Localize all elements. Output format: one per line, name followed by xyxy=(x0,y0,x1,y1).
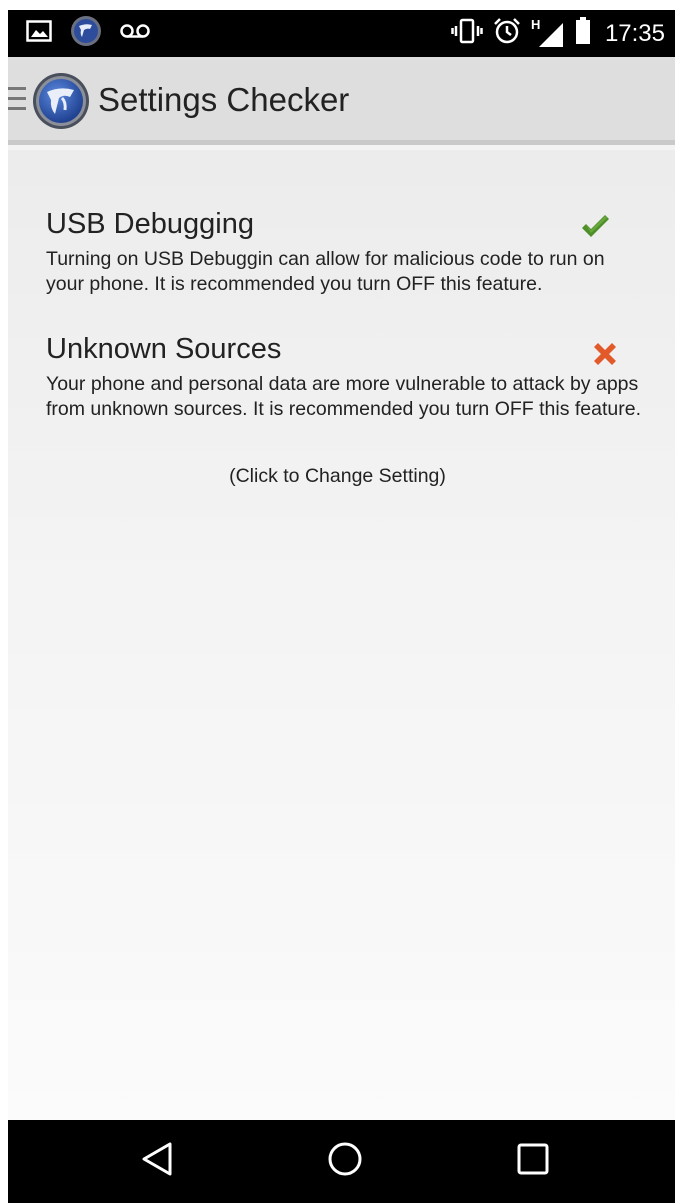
settings-list: USB Debugging Turning on USB Debuggin ca… xyxy=(8,150,675,1120)
app-logo-icon[interactable] xyxy=(32,72,90,130)
system-icons: H 17:35 xyxy=(451,10,665,57)
drawer-menu-icon[interactable] xyxy=(8,87,28,113)
home-button[interactable] xyxy=(300,1120,390,1203)
back-icon xyxy=(140,1141,174,1182)
setting-description: Turning on USB Debuggin can allow for ma… xyxy=(46,248,605,295)
action-bar: Settings Checker xyxy=(8,57,675,145)
alarm-icon xyxy=(493,17,521,50)
navigation-bar xyxy=(8,1120,675,1203)
setting-title: USB Debugging xyxy=(46,208,254,240)
setting-unknown-sources[interactable]: Unknown Sources Your phone and personal … xyxy=(46,333,646,422)
cross-icon xyxy=(592,341,618,372)
notification-icons xyxy=(26,10,150,57)
setting-title: Unknown Sources xyxy=(46,333,282,365)
page-title: Settings Checker xyxy=(98,81,350,118)
recents-button[interactable] xyxy=(488,1120,578,1203)
signal-icon: H xyxy=(530,16,565,49)
recents-icon xyxy=(516,1142,550,1181)
network-type-label: H xyxy=(530,16,541,32)
phone-screen: H 17:35 Settings Checker USB Debugging T… xyxy=(8,10,675,1203)
battery-icon xyxy=(575,17,591,50)
voicemail-icon xyxy=(120,23,150,44)
clock: 17:35 xyxy=(604,19,665,47)
status-bar: H 17:35 xyxy=(8,10,675,57)
check-icon xyxy=(580,214,610,245)
owasp-app-icon xyxy=(70,15,102,52)
setting-description: Your phone and personal data are more vu… xyxy=(46,373,641,420)
setting-usb-debugging[interactable]: USB Debugging Turning on USB Debuggin ca… xyxy=(46,208,646,297)
change-setting-hint[interactable]: (Click to Change Setting) xyxy=(8,465,675,488)
back-button[interactable] xyxy=(112,1120,202,1203)
vibrate-icon xyxy=(451,18,483,49)
home-icon xyxy=(327,1141,363,1182)
image-icon xyxy=(26,20,52,47)
